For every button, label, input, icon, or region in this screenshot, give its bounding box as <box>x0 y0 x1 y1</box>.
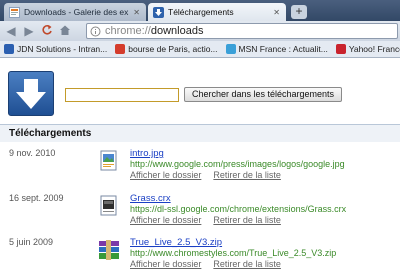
section-title: Téléchargements <box>9 128 92 139</box>
home-glyph-icon <box>60 25 70 35</box>
show-folder-link[interactable]: Afficher le dossier <box>130 259 201 269</box>
close-icon[interactable]: ✕ <box>133 8 140 17</box>
msn-icon <box>225 44 236 54</box>
download-date: 16 sept. 2009 <box>9 193 64 203</box>
search-button[interactable]: Chercher dans les téléchargements <box>184 87 342 102</box>
tab-telechargements[interactable]: Téléchargements ✕ <box>148 3 286 21</box>
extension-file-icon <box>100 195 117 216</box>
yahoo-icon <box>335 44 346 54</box>
toolbar: ◀ ▶ chrome://downloads <box>0 21 400 41</box>
download-file-link[interactable]: Grass.crx <box>130 193 171 204</box>
bookmark-label: Yahoo! France <box>348 44 400 54</box>
close-icon[interactable]: ✕ <box>273 8 280 17</box>
tab-strip: Downloads - Galerie des ex ✕ Téléchargem… <box>0 0 400 21</box>
bookmark-label: JDN Solutions - Intran... <box>17 44 108 54</box>
image-file-icon <box>100 150 117 171</box>
remove-from-list-link[interactable]: Retirer de la liste <box>213 215 281 225</box>
new-tab-button[interactable]: + <box>291 5 307 19</box>
tab-title: Downloads - Galerie des ex <box>24 7 129 17</box>
archive-file-icon <box>99 240 119 260</box>
bookmark-label: bourse de Paris, actio... <box>128 44 218 54</box>
download-date: 5 juin 2009 <box>9 237 54 247</box>
download-favicon-icon <box>153 6 164 18</box>
download-file-link[interactable]: intro.jpg <box>130 148 164 159</box>
download-actions: Afficher le dossier Retirer de la liste <box>130 259 281 269</box>
tab-title: Téléchargements <box>168 7 234 17</box>
bookmark-jdn[interactable]: JDN Solutions - Intran... <box>0 44 111 54</box>
download-actions: Afficher le dossier Retirer de la liste <box>130 215 281 225</box>
download-actions: Afficher le dossier Retirer de la liste <box>130 170 281 180</box>
section-header: Téléchargements <box>0 124 400 142</box>
bookmark-label: MSN France : Actualit... <box>238 44 328 54</box>
reload-glyph-icon <box>42 25 52 35</box>
address-bar[interactable]: chrome://downloads <box>86 23 398 39</box>
bookmarks-bar: JDN Solutions - Intran... bourse de Pari… <box>0 41 400 58</box>
search-input[interactable] <box>65 88 179 102</box>
bourse-icon <box>115 44 126 54</box>
show-folder-link[interactable]: Afficher le dossier <box>130 215 201 225</box>
jdn-icon <box>4 44 14 54</box>
bookmark-bourse[interactable]: bourse de Paris, actio... <box>111 44 221 54</box>
bookmark-yahoo[interactable]: Yahoo! France <box>332 44 400 54</box>
download-date: 9 nov. 2010 <box>9 148 56 158</box>
back-arrow-icon[interactable]: ◀ <box>4 24 18 38</box>
remove-from-list-link[interactable]: Retirer de la liste <box>213 170 281 180</box>
bookmark-msn[interactable]: MSN France : Actualit... <box>222 44 332 54</box>
forward-arrow-icon[interactable]: ▶ <box>22 24 36 38</box>
download-item: 16 sept. 2009 Grass.crx https://dl-ssl.g… <box>0 193 400 233</box>
downloads-logo-icon <box>8 71 54 116</box>
download-item: 9 nov. 2010 intro.jpg http://www.google.… <box>0 148 400 188</box>
page-favicon-icon <box>9 6 20 18</box>
address-text: chrome://downloads <box>105 25 204 37</box>
download-arrow-icon <box>16 79 46 109</box>
home-icon[interactable] <box>58 24 72 38</box>
show-folder-link[interactable]: Afficher le dossier <box>130 170 201 180</box>
remove-from-list-link[interactable]: Retirer de la liste <box>213 259 281 269</box>
reload-icon[interactable] <box>40 24 54 38</box>
download-source-url[interactable]: https://dl-ssl.google.com/chrome/extensi… <box>130 204 346 214</box>
download-file-link[interactable]: True_Live_2.5_V3.zip <box>130 237 222 248</box>
download-source-url[interactable]: http://www.google.com/press/images/logos… <box>130 159 345 169</box>
tab-downloads-gallery[interactable]: Downloads - Galerie des ex ✕ <box>4 3 146 21</box>
download-source-url[interactable]: http://www.chromestyles.com/True_Live_2.… <box>130 248 336 258</box>
page-icon <box>90 26 101 36</box>
download-item: 5 juin 2009 True_Live_2.5_V3.zip http://… <box>0 237 400 277</box>
